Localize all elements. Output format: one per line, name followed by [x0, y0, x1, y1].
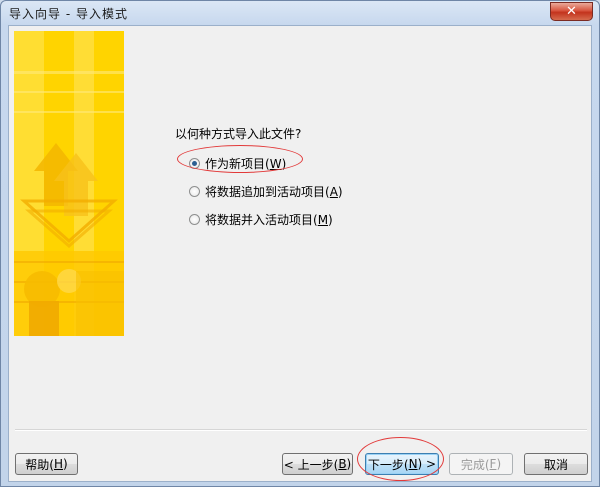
option-append-active-project[interactable]: 将数据追加到活动项目(A)	[189, 183, 343, 200]
next-button[interactable]: 下一步(N) >	[365, 453, 439, 475]
import-question-label: 以何种方式导入此文件?	[175, 127, 302, 141]
banner-arrows-graphic	[14, 31, 124, 336]
import-wizard-window: 导入向导 - 导入模式 ✕ 以何种方式导入此文件? 作为新项目(W) 将数据追加…	[0, 0, 600, 487]
option-merge-active-project-label: 将数据并入活动项目(M)	[205, 213, 333, 227]
wizard-banner-image	[14, 31, 124, 336]
radio-new-project[interactable]	[189, 158, 200, 169]
radio-merge-active-project[interactable]	[189, 214, 200, 225]
radio-append-active-project[interactable]	[189, 186, 200, 197]
option-append-active-project-label: 将数据追加到活动项目(A)	[205, 185, 343, 199]
finish-button: 完成(F)	[449, 453, 513, 475]
option-new-project-label: 作为新项目(W)	[205, 157, 287, 171]
title-bar[interactable]: 导入向导 - 导入模式 ✕	[1, 1, 599, 25]
footer-separator	[15, 429, 587, 431]
help-button[interactable]: 帮助(H)	[15, 453, 78, 475]
close-icon: ✕	[566, 4, 577, 19]
dialog-body: 以何种方式导入此文件? 作为新项目(W) 将数据追加到活动项目(A) 将数据并入…	[8, 25, 592, 482]
cancel-button[interactable]: 取消	[524, 453, 588, 475]
close-button[interactable]: ✕	[550, 2, 593, 21]
back-button[interactable]: < 上一步(B)	[282, 453, 353, 475]
radio-selected-dot	[192, 161, 197, 166]
option-merge-active-project[interactable]: 将数据并入活动项目(M)	[189, 211, 333, 228]
window-title: 导入向导 - 导入模式	[9, 7, 128, 21]
option-new-project[interactable]: 作为新项目(W)	[189, 155, 286, 172]
